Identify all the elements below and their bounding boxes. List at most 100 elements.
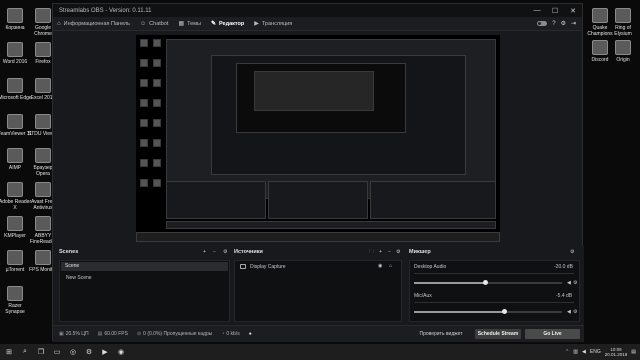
title-bar: Streamlabs OBS - Version: 0.11.11 — ☐ ✕ bbox=[53, 4, 582, 17]
kmplayer-icon bbox=[7, 216, 23, 231]
tab-editor[interactable]: ✎ Редактор bbox=[211, 20, 244, 28]
test-widget-button[interactable]: Проверить виджет bbox=[411, 329, 471, 339]
desktop-icon-ring-of-elysium[interactable]: Ring of Elysium bbox=[606, 8, 640, 37]
mic-aux-volume-slider[interactable] bbox=[414, 309, 562, 314]
start-icon[interactable]: ⊞ bbox=[2, 348, 16, 356]
tab-live[interactable]: ▶ Трансляция bbox=[254, 20, 292, 28]
opera-icon bbox=[35, 148, 51, 163]
sources-list: Display Capture ◉ ⌂ bbox=[234, 260, 402, 322]
tab-dashboard[interactable]: ⌂ Информационная Панель bbox=[57, 21, 130, 27]
logout-icon[interactable]: ⇥ bbox=[571, 20, 576, 27]
dashboard-icon: ⌂ bbox=[57, 20, 61, 27]
utorrent-icon bbox=[7, 250, 23, 265]
media-icon[interactable]: ▶ bbox=[98, 348, 112, 356]
minimize-button[interactable]: — bbox=[528, 7, 546, 15]
stream-preview[interactable] bbox=[136, 35, 500, 242]
tab-themes[interactable]: ▦ Темы bbox=[178, 20, 201, 28]
maximize-button[interactable]: ☐ bbox=[546, 7, 564, 15]
settings-icon[interactable]: ⚙ bbox=[561, 20, 566, 27]
remove-source-button[interactable]: − bbox=[388, 249, 391, 255]
live-icon: ▶ bbox=[254, 21, 259, 27]
dropped-frames-status: ⊘ 0 (0.0%) Пропущенные кадры bbox=[136, 331, 213, 337]
window-title: Streamlabs OBS - Version: 0.11.11 bbox=[59, 7, 152, 14]
source-settings-button[interactable]: ⚙ bbox=[396, 249, 400, 255]
sources-title: Источники bbox=[234, 249, 263, 255]
scene-item[interactable]: New Scene bbox=[66, 275, 92, 281]
ring-of-elysium-icon bbox=[615, 8, 631, 23]
mixer-panel: Desktop Audio -20.0 dB ◀ ⚙ Mic/Aux -5.4 … bbox=[409, 260, 580, 322]
mixer-title: Микшер bbox=[409, 249, 431, 255]
record-icon: ● bbox=[248, 331, 252, 337]
task-view-icon[interactable]: ❐ bbox=[34, 348, 48, 356]
dropped-frames-icon: ⊘ bbox=[136, 331, 142, 337]
add-source-button[interactable]: + bbox=[379, 249, 382, 255]
network-icon[interactable]: ▥ bbox=[573, 349, 578, 355]
steam-icon[interactable]: ⚙ bbox=[82, 348, 96, 356]
source-item[interactable]: Display Capture bbox=[250, 264, 286, 270]
desktop-icon-razer[interactable]: Razer Synapse bbox=[0, 286, 32, 315]
origin-icon bbox=[615, 40, 631, 55]
speaker-icon[interactable]: ◀ bbox=[567, 309, 571, 315]
obs-window: Streamlabs OBS - Version: 0.11.11 — ☐ ✕ … bbox=[52, 3, 584, 342]
theme-toggle[interactable] bbox=[537, 21, 548, 26]
bitrate-status: ◔ 0 kb/s bbox=[221, 331, 240, 337]
clock-date: 20.01.2019 bbox=[604, 352, 628, 357]
notifications-icon[interactable]: ▤ bbox=[631, 349, 636, 355]
obs-taskbar-icon[interactable]: ◉ bbox=[114, 348, 128, 356]
firefox-icon bbox=[35, 42, 51, 57]
teamviewer-icon bbox=[7, 114, 23, 129]
top-nav: ⌂ Информационная Панель ☺ Chatbot ▦ Темы ✎ Р… bbox=[53, 17, 582, 31]
fps-icon: ▤ bbox=[97, 331, 103, 337]
bottom-panels: Scenes + − ⚙ Scene New Scene Источники 🗀… bbox=[53, 246, 584, 324]
chrome-taskbar-icon[interactable]: ◎ bbox=[66, 348, 80, 356]
monitor-icon bbox=[240, 264, 246, 269]
tab-chatbot[interactable]: ☺ Chatbot bbox=[140, 21, 168, 27]
desktop-audio-volume-slider[interactable] bbox=[414, 280, 562, 285]
help-icon[interactable]: ? bbox=[552, 21, 555, 27]
clock[interactable]: 10:08 20.01.2019 bbox=[605, 347, 628, 357]
cpu-status: ▣ 20.5% ЦП bbox=[59, 331, 89, 337]
bitrate-icon: ◔ bbox=[221, 331, 225, 337]
mixer-channel-name: Mic/Aux bbox=[414, 293, 432, 299]
remove-scene-button[interactable]: − bbox=[213, 249, 216, 255]
record-button[interactable]: ● bbox=[249, 331, 254, 337]
desktop-icon-origin[interactable]: Origin bbox=[606, 40, 640, 63]
add-folder-button[interactable]: 🗀 bbox=[369, 249, 374, 257]
cpu-icon: ▣ bbox=[59, 331, 64, 337]
aimp-icon bbox=[7, 148, 23, 163]
mixer-channel-name: Desktop Audio bbox=[414, 264, 447, 270]
edge-icon bbox=[7, 78, 23, 93]
excel-icon bbox=[35, 78, 51, 93]
mixer-settings-icon[interactable]: ⚙ bbox=[570, 249, 574, 255]
schedule-stream-button[interactable]: Schedule Stream bbox=[475, 329, 521, 339]
language-indicator[interactable]: ENG bbox=[590, 349, 601, 355]
tray-arrow-icon[interactable]: ⌃ bbox=[565, 349, 569, 355]
search-icon[interactable]: ⌕ bbox=[18, 348, 32, 356]
volume-icon[interactable]: ◀ bbox=[582, 349, 586, 355]
fps-monitor-icon bbox=[35, 250, 51, 265]
chatbot-icon: ☺ bbox=[140, 20, 147, 27]
speaker-icon[interactable]: ◀ bbox=[567, 280, 571, 286]
avast-icon bbox=[35, 182, 51, 197]
system-tray: ⌃ ▥ ◀ ENG 10:08 20.01.2019 ▤ bbox=[565, 347, 640, 357]
channel-settings-icon[interactable]: ⚙ bbox=[573, 280, 577, 286]
adobe-reader-icon bbox=[7, 182, 23, 197]
mixer-channel-db: -20.0 dB bbox=[554, 264, 573, 270]
lock-icon[interactable]: ⌂ bbox=[389, 263, 392, 269]
word-icon bbox=[7, 42, 23, 57]
close-button[interactable]: ✕ bbox=[564, 7, 582, 15]
add-scene-button[interactable]: + bbox=[203, 249, 206, 255]
desktop: Корзина Google Chrome Word 2016 Firefox Micr… bbox=[0, 0, 640, 360]
scene-settings-button[interactable]: ⚙ bbox=[223, 249, 227, 255]
abbyy-icon bbox=[35, 216, 51, 231]
desktop-icon-label: Razer Synapse bbox=[5, 303, 25, 315]
scene-item-selected[interactable]: Scene bbox=[61, 262, 228, 271]
scenes-title: Scenes bbox=[59, 249, 79, 255]
channel-settings-icon[interactable]: ⚙ bbox=[573, 309, 577, 315]
visibility-icon[interactable]: ◉ bbox=[378, 263, 382, 269]
stdu-icon bbox=[35, 114, 51, 129]
razer-icon bbox=[7, 286, 23, 301]
desktop-icon-label: Origin bbox=[616, 57, 630, 63]
file-explorer-icon[interactable]: ▭ bbox=[50, 348, 64, 356]
go-live-button[interactable]: Go Live bbox=[525, 329, 580, 339]
